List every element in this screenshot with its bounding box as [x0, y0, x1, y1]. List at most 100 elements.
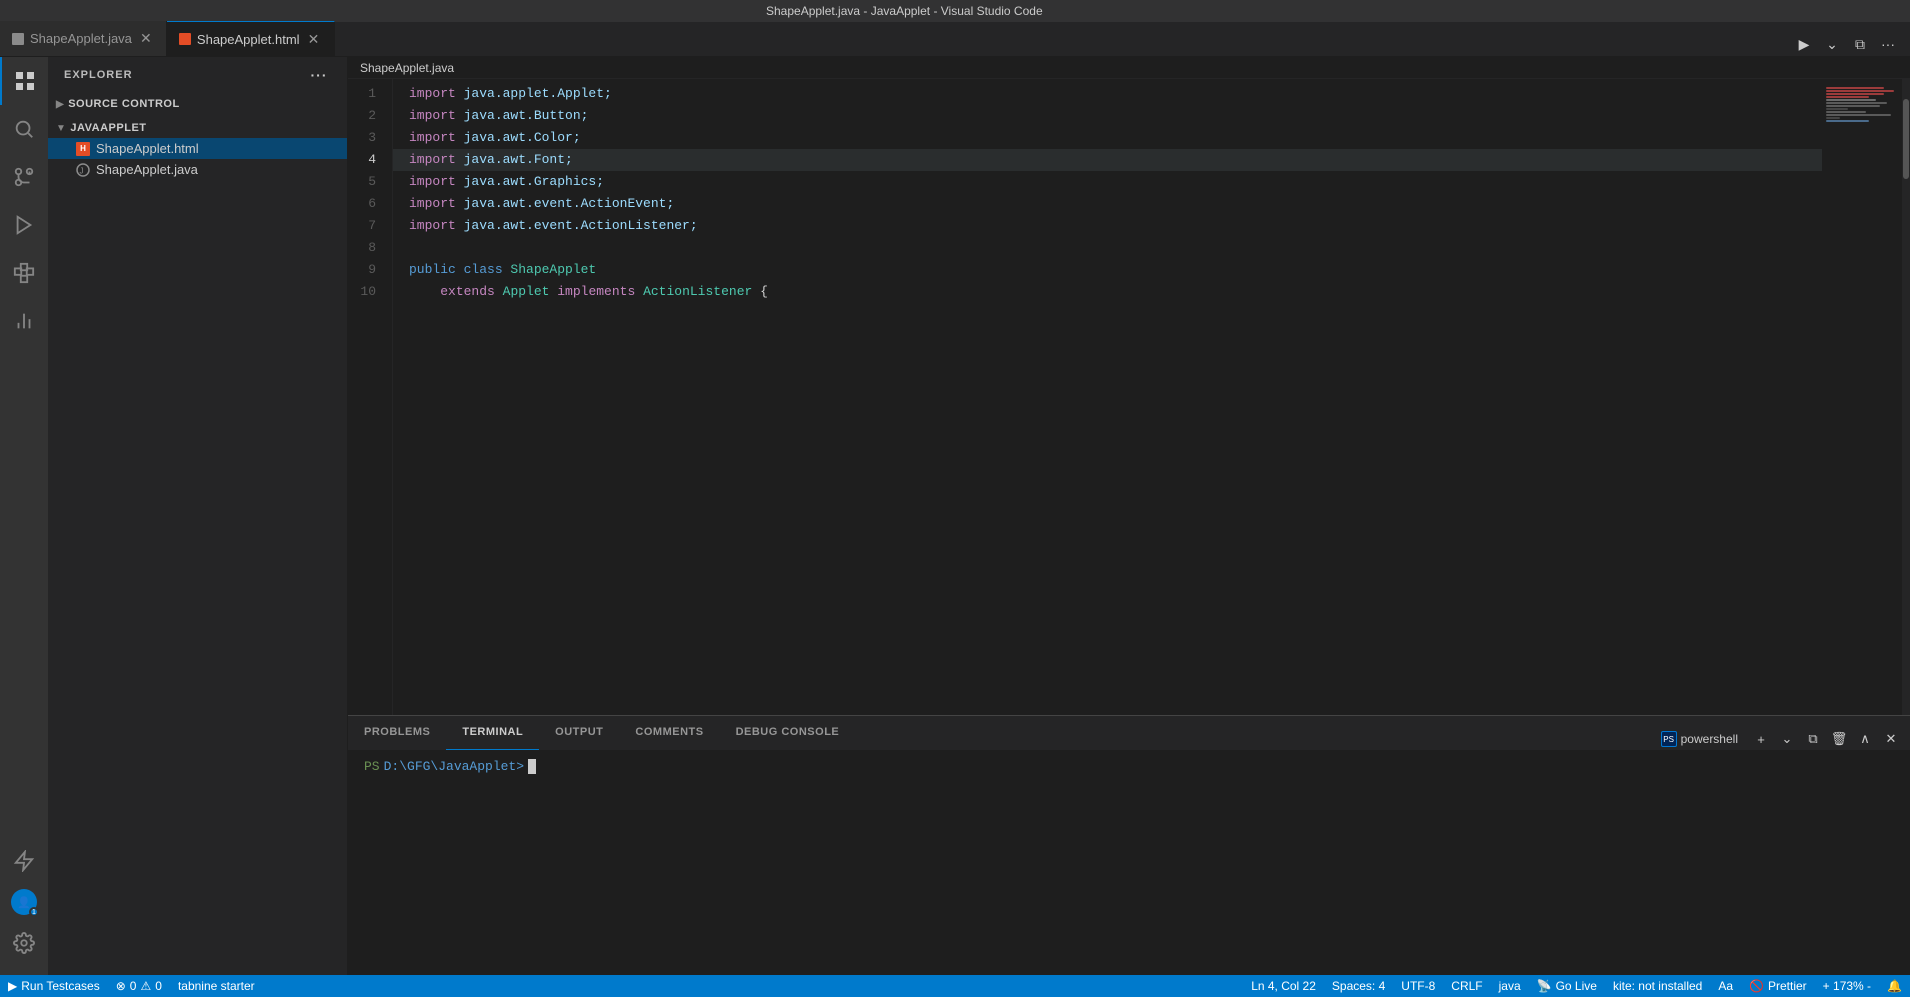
kite-label: kite: not installed — [1613, 979, 1702, 993]
tab-java-close[interactable]: ✕ — [138, 31, 154, 47]
tab-debug-console[interactable]: DEBUG CONSOLE — [720, 715, 856, 750]
antenna-icon: 📡 — [1537, 979, 1552, 993]
activity-extensions[interactable] — [0, 249, 48, 297]
tab-comments[interactable]: COMMENTS — [619, 715, 719, 750]
activity-run[interactable] — [0, 201, 48, 249]
code-line-5: import java.awt.Graphics; — [393, 171, 1822, 193]
line-numbers: 1 2 3 4 5 6 7 8 9 10 — [348, 79, 393, 715]
kill-terminal-button[interactable]: 🗑 — [1828, 728, 1850, 750]
terminal-ps: PS — [364, 759, 380, 774]
activity-stats[interactable] — [0, 297, 48, 345]
run-button[interactable]: ▶ — [1792, 32, 1816, 56]
terminal-path: D:\GFG\JavaApplet> — [384, 759, 524, 774]
code-editor[interactable]: 1 2 3 4 5 6 7 8 9 10 import java.applet.… — [348, 79, 1910, 715]
status-prettier[interactable]: 🚫 Prettier — [1741, 975, 1815, 997]
tab-html[interactable]: ShapeApplet.html ✕ — [167, 21, 335, 56]
svg-text:J: J — [80, 166, 84, 175]
activity-bottom: 👤 1 — [0, 837, 48, 975]
status-go-live[interactable]: 📡 Go Live — [1529, 975, 1605, 997]
tabnine-label: tabnine starter — [178, 979, 255, 993]
ln-1: 1 — [348, 83, 384, 105]
title-bar: ShapeApplet.java - JavaApplet - Visual S… — [0, 0, 1910, 22]
close-panel-button[interactable]: ✕ — [1880, 728, 1902, 750]
editor-scrollbar[interactable] — [1902, 79, 1910, 715]
javaapplet-chevron: ▼ — [56, 123, 66, 134]
sidebar-header-actions: ··· — [307, 63, 331, 87]
java-tree-icon: J — [76, 163, 90, 177]
tab-html-close[interactable]: ✕ — [306, 31, 322, 47]
breadcrumb-file: ShapeApplet.java — [360, 61, 454, 75]
split-editor-button[interactable]: ⧉ — [1848, 32, 1872, 56]
split-terminal-button[interactable]: ⧉ — [1802, 728, 1824, 750]
new-terminal-button[interactable]: + — [1750, 728, 1772, 750]
status-zoom[interactable]: + 173% - — [1815, 975, 1879, 997]
terminal-dropdown[interactable]: ⌄ — [1776, 728, 1798, 750]
ln-8: 8 — [348, 237, 384, 259]
status-errors[interactable]: ⊗ 0 ⚠ 0 — [108, 975, 170, 997]
javaapplet-section: ▼ JAVAAPPLET H ShapeApplet.html J ShapeA… — [48, 116, 347, 182]
run-dropdown[interactable]: ⌄ — [1820, 32, 1844, 56]
notification-badge: 1 — [29, 907, 39, 917]
status-position[interactable]: Ln 4, Col 22 — [1243, 975, 1324, 997]
language-label: java — [1499, 979, 1521, 993]
activity-bar: 👤 1 — [0, 57, 48, 975]
html-file-icon — [179, 33, 191, 45]
sidebar-header: EXPLORER ··· — [48, 57, 347, 92]
status-run-testcases[interactable]: ▶ Run Testcases — [0, 975, 108, 997]
tree-item-java-label: ShapeApplet.java — [96, 162, 198, 177]
position-label: Ln 4, Col 22 — [1251, 979, 1316, 993]
activity-search[interactable] — [0, 105, 48, 153]
status-format-aa[interactable]: Aa — [1710, 975, 1741, 997]
ln-5: 5 — [348, 171, 384, 193]
maximize-panel-button[interactable]: ∧ — [1854, 728, 1876, 750]
panel-actions: PS powershell + ⌄ ⧉ 🗑 ∧ ✕ — [1653, 728, 1910, 750]
status-tabnine[interactable]: tabnine starter — [170, 975, 263, 997]
tab-output[interactable]: OUTPUT — [539, 715, 619, 750]
encoding-label: UTF-8 — [1401, 979, 1435, 993]
code-line-8 — [393, 237, 1822, 259]
status-line-ending[interactable]: CRLF — [1443, 975, 1490, 997]
code-line-7: import java.awt.event.ActionListener; — [393, 215, 1822, 237]
ln-7: 7 — [348, 215, 384, 237]
activity-settings[interactable] — [0, 919, 48, 967]
source-control-section: ▶ SOURCE CONTROL — [48, 92, 347, 116]
javaapplet-header[interactable]: ▼ JAVAAPPLET — [48, 118, 347, 138]
code-line-6: import java.awt.event.ActionEvent; — [393, 193, 1822, 215]
activity-lightning[interactable] — [0, 837, 48, 885]
source-control-header[interactable]: ▶ SOURCE CONTROL — [48, 94, 347, 114]
status-notifications[interactable]: 🔔 — [1879, 975, 1910, 997]
tree-item-html[interactable]: H ShapeApplet.html — [48, 138, 347, 159]
error-icon: ⊗ — [116, 979, 126, 993]
tab-problems[interactable]: PROBLEMS — [348, 715, 446, 750]
code-content[interactable]: import java.applet.Applet; import java.a… — [393, 79, 1822, 715]
status-encoding[interactable]: UTF-8 — [1393, 975, 1443, 997]
javaapplet-label: JAVAAPPLET — [70, 122, 146, 134]
minimap — [1822, 79, 1902, 715]
tree-item-java[interactable]: J ShapeApplet.java — [48, 159, 347, 180]
java-file-icon — [12, 33, 24, 45]
code-line-1: import java.applet.Applet; — [393, 83, 1822, 105]
main-layout: 👤 1 EXPLORER ··· ▶ SOURCE CONTROL ▼ — [0, 57, 1910, 975]
user-avatar[interactable]: 👤 1 — [11, 889, 37, 915]
panel-tabs: PROBLEMS TERMINAL OUTPUT COMMENTS DEBUG … — [348, 716, 1910, 751]
status-language[interactable]: java — [1491, 975, 1529, 997]
code-line-3: import java.awt.Color; — [393, 127, 1822, 149]
scrollbar-thumb — [1903, 99, 1909, 179]
breadcrumb: ShapeApplet.java — [348, 57, 1910, 79]
terminal-cursor — [528, 759, 536, 774]
terminal-content[interactable]: PS D:\GFG\JavaApplet> — [348, 751, 1910, 975]
tree-item-html-label: ShapeApplet.html — [96, 141, 199, 156]
prettier-icon: 🚫 — [1749, 979, 1764, 993]
tab-terminal[interactable]: TERMINAL — [446, 715, 539, 750]
status-kite[interactable]: kite: not installed — [1605, 975, 1710, 997]
ln-3: 3 — [348, 127, 384, 149]
more-actions-button[interactable]: ··· — [1876, 32, 1900, 56]
activity-source-control[interactable] — [0, 153, 48, 201]
warning-count: 0 — [155, 979, 162, 993]
status-spaces[interactable]: Spaces: 4 — [1324, 975, 1393, 997]
activity-explorer[interactable] — [0, 57, 48, 105]
window-title: ShapeApplet.java - JavaApplet - Visual S… — [766, 4, 1043, 18]
sidebar-more-button[interactable]: ··· — [307, 63, 331, 87]
format-label: Aa — [1718, 979, 1733, 993]
tab-java[interactable]: ShapeApplet.java ✕ — [0, 21, 167, 56]
